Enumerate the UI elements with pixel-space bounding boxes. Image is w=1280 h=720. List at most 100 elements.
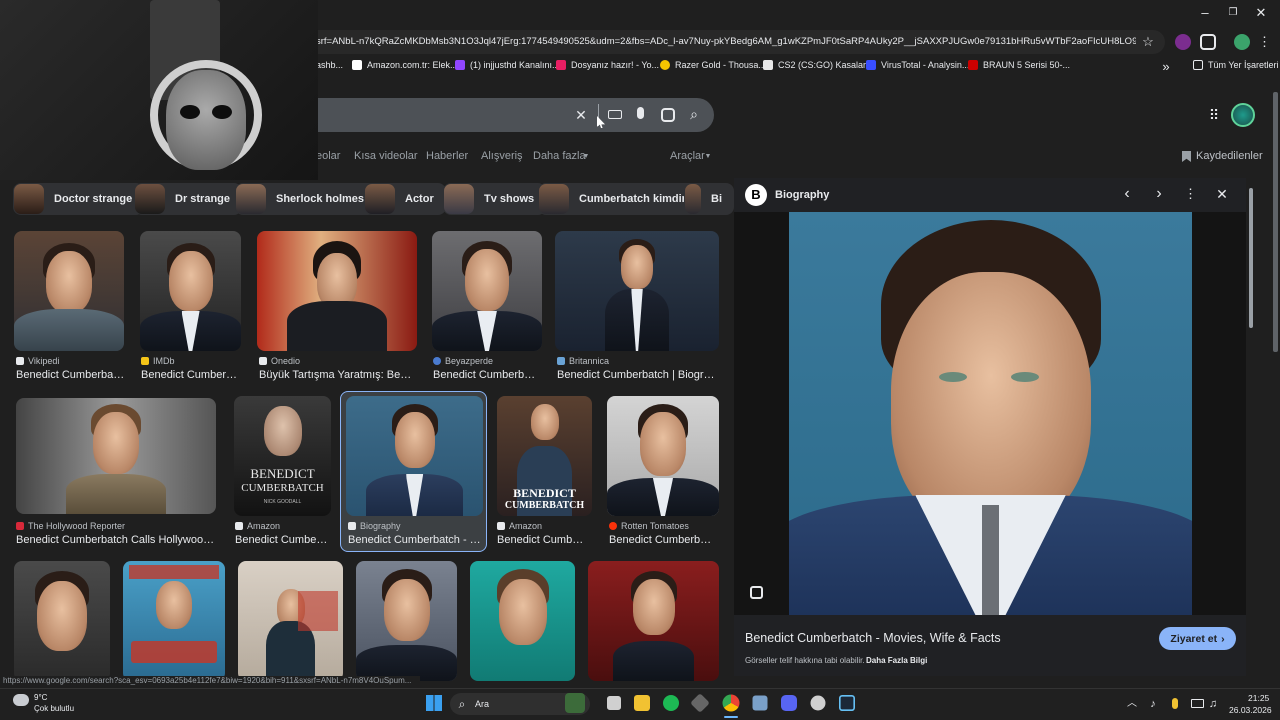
result-title[interactable]: Büyük Tartışma Yaratmış: Benedi... — [259, 369, 417, 381]
speaker-icon[interactable]: ♪ — [1146, 697, 1160, 711]
chevron-right-icon[interactable]: » — [1160, 60, 1172, 74]
chip-tv-shows[interactable]: Tv shows — [443, 183, 547, 215]
page-scrollbar[interactable] — [1273, 92, 1278, 352]
result-title[interactable]: Benedict Cumberbatch Calls Hollywood a '… — [16, 534, 216, 546]
chevron-up-icon[interactable]: ︿ — [1126, 697, 1138, 711]
weather-temp[interactable]: 9°C — [34, 693, 47, 702]
menu-kebab-icon[interactable]: ⋮ — [1258, 35, 1271, 49]
minimize-icon[interactable]: – — [1198, 6, 1212, 20]
bookmark-item[interactable]: Razer Gold - Thousa... — [660, 60, 766, 70]
preview-source[interactable]: Biography — [775, 189, 829, 201]
more-info-link[interactable]: Daha Fazla Bilgi — [866, 656, 927, 665]
bookmark-item[interactable]: BRAUN 5 Serisi 50-... — [968, 60, 1070, 70]
result-image[interactable] — [346, 396, 483, 516]
result-image[interactable] — [123, 561, 225, 681]
result-image[interactable] — [257, 231, 417, 351]
restore-icon[interactable]: ❐ — [1226, 6, 1240, 20]
result-image[interactable] — [470, 561, 575, 681]
clock-date[interactable]: 26.03.2026 — [1229, 705, 1272, 715]
bookmark-icon[interactable] — [1182, 151, 1191, 162]
profile-icon[interactable] — [1234, 34, 1250, 50]
more-options-icon[interactable]: ⋮ — [1184, 187, 1197, 201]
next-icon[interactable]: › — [1152, 186, 1166, 202]
previous-icon[interactable]: ‹ — [1120, 186, 1134, 202]
preview-title[interactable]: Benedict Cumberbatch - Movies, Wife & Fa… — [745, 631, 1001, 645]
lens-search-icon[interactable] — [750, 586, 763, 599]
result-image[interactable] — [588, 561, 719, 681]
result-image[interactable] — [432, 231, 542, 351]
result-title[interactable]: Benedict Cumberb... — [497, 534, 589, 546]
visit-button[interactable]: Ziyaret et › — [1159, 627, 1236, 650]
result-title[interactable]: Benedict Cumberbatc... — [433, 369, 541, 381]
extension-icon[interactable] — [1175, 34, 1191, 50]
display-icon[interactable] — [1191, 699, 1204, 708]
result-image[interactable] — [555, 231, 719, 351]
clock-time[interactable]: 21:25 — [1248, 693, 1269, 703]
result-title[interactable]: Benedict Cumberbat... — [141, 369, 241, 381]
source-logo[interactable]: B — [745, 184, 767, 206]
result-title[interactable]: Benedict Cumberbatch - Mo... — [348, 534, 481, 546]
all-bookmarks[interactable]: Tüm Yer İşaretleri — [1193, 60, 1279, 70]
taskbar-search-label[interactable]: Ara — [475, 699, 489, 709]
file-explorer-icon[interactable] — [634, 695, 650, 711]
close-preview-icon[interactable]: ✕ — [1215, 187, 1229, 201]
tools-button[interactable]: Araçlar — [670, 150, 705, 162]
bookmark-item[interactable]: Amazon.com.tr: Elek... — [352, 60, 458, 70]
chrome-icon[interactable] — [722, 694, 740, 712]
result-image[interactable]: BENEDICT CUMBERBATCH NICK GOODALL — [234, 396, 331, 516]
bookmark-item[interactable]: (1) injjusthd Kanalını... — [455, 60, 560, 70]
chip-cumberbatch-kimdir[interactable]: Cumberbatch kimdir — [538, 183, 698, 215]
close-window-icon[interactable]: ✕ — [1254, 6, 1268, 20]
result-title[interactable]: Benedict Cumberbatch... — [609, 534, 717, 546]
chip-doctor-strange[interactable]: Doctor strange — [13, 183, 145, 215]
preview-scrollbar[interactable] — [1249, 188, 1253, 328]
clear-icon[interactable]: ✕ — [574, 108, 588, 122]
tab-videos[interactable]: eolar — [316, 150, 340, 162]
result-title[interactable]: Benedict Cumberbatch | Biography... — [557, 369, 717, 381]
tab-short-videos[interactable]: Kısa videolar — [354, 150, 418, 162]
result-image[interactable] — [238, 561, 343, 681]
bookmark-item[interactable]: Dosyanız hazır! - Yo... — [556, 60, 659, 70]
tab-shopping[interactable]: Alışveriş — [481, 150, 523, 162]
bookmark-item[interactable]: CS2 (CS:GO) Kasalar... — [763, 60, 873, 70]
result-image[interactable] — [16, 398, 216, 514]
chip-dr-strange[interactable]: Dr strange — [134, 183, 243, 215]
discord-icon[interactable] — [781, 695, 797, 711]
chip-actor[interactable]: Actor — [364, 183, 446, 215]
account-avatar[interactable] — [1231, 103, 1255, 127]
weather-icon[interactable] — [13, 694, 29, 706]
star-icon[interactable]: ☆ — [1141, 35, 1155, 49]
saved-button[interactable]: Kaydedilenler — [1196, 150, 1263, 162]
microphone-icon[interactable] — [637, 107, 644, 119]
weather-desc[interactable]: Çok bulutlu — [34, 704, 74, 713]
result-image[interactable] — [607, 396, 719, 516]
result-title[interactable]: Benedict Cumberba... — [235, 534, 330, 546]
chip-biography[interactable]: Bi — [684, 183, 734, 215]
bookmark-item[interactable]: ashb... — [316, 60, 343, 70]
app-icon[interactable] — [752, 695, 768, 711]
apps-grid-icon[interactable]: ⠿ — [1205, 108, 1223, 122]
windows-start-icon[interactable] — [426, 695, 442, 711]
search-icon[interactable]: ⌕ — [687, 107, 701, 121]
chip-sherlock-holmes[interactable]: Sherlock holmes — [235, 183, 377, 215]
task-view-icon[interactable] — [607, 696, 621, 710]
puzzle-icon[interactable] — [1200, 34, 1216, 50]
result-image[interactable] — [14, 231, 124, 351]
result-image[interactable] — [356, 561, 457, 681]
steam-icon[interactable] — [839, 695, 855, 711]
search-box[interactable] — [280, 98, 714, 132]
tab-news[interactable]: Haberler — [426, 150, 468, 162]
bookmark-item[interactable]: VirusTotal - Analysin... — [866, 60, 969, 70]
keyboard-icon[interactable] — [608, 110, 622, 119]
spotify-icon[interactable] — [663, 695, 679, 711]
microphone-tray-icon[interactable] — [1172, 698, 1178, 709]
url-text[interactable]: srf=ANbL-n7kQRaZcMKDbMsb3N1O3Jql47jErg:1… — [316, 36, 1136, 47]
lens-icon[interactable] — [661, 108, 675, 122]
result-image[interactable] — [14, 561, 110, 681]
volume-icon[interactable]: ♫ — [1206, 697, 1220, 711]
app-icon[interactable] — [810, 695, 826, 711]
tab-more[interactable]: Daha fazla — [533, 150, 586, 162]
result-title[interactable]: Benedict Cumberbatc... — [16, 369, 126, 381]
preview-image[interactable] — [789, 212, 1192, 615]
result-image[interactable] — [140, 231, 241, 351]
